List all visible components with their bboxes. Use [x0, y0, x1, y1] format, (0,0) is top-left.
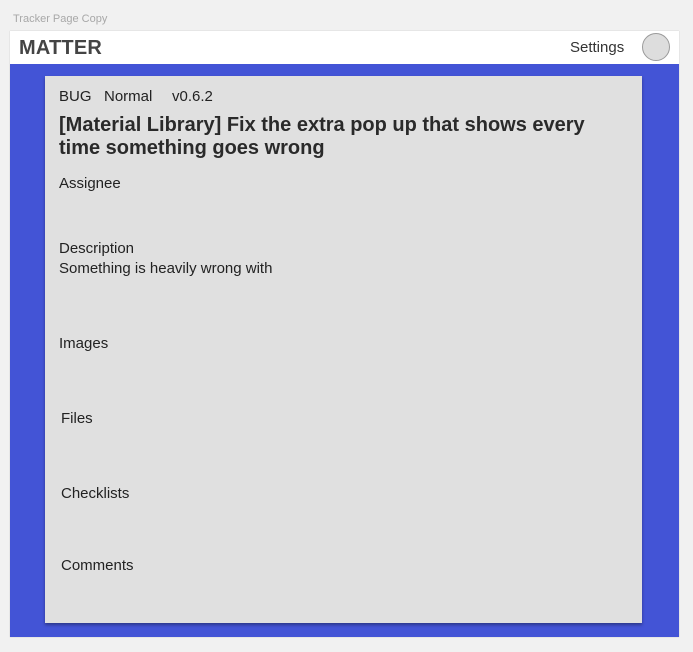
issue-card: BUG Normal v0.6.2 [Material Library] Fix…: [45, 76, 642, 623]
frame-label: Tracker Page Copy: [13, 13, 108, 25]
issue-type-label: BUG: [59, 88, 92, 105]
app-bar: MATTER Settings: [10, 31, 679, 64]
assignee-label: Assignee: [59, 175, 121, 192]
description-text: Something is heavily wrong with: [59, 260, 273, 277]
brand-logo[interactable]: MATTER: [19, 37, 102, 60]
checklists-label: Checklists: [61, 485, 130, 502]
files-label: Files: [61, 410, 93, 427]
issue-version-label: v0.6.2: [172, 88, 213, 105]
images-label: Images: [59, 335, 109, 352]
description-label: Description: [59, 240, 135, 257]
settings-link[interactable]: Settings: [570, 39, 624, 56]
issue-priority-label: Normal: [104, 88, 153, 105]
app-window: MATTER Settings BUG Normal v0.6.2 [Mater…: [10, 31, 679, 637]
issue-title: [Material Library] Fix the extra pop up …: [59, 114, 585, 159]
comments-label: Comments: [61, 557, 134, 574]
avatar[interactable]: [642, 33, 670, 61]
